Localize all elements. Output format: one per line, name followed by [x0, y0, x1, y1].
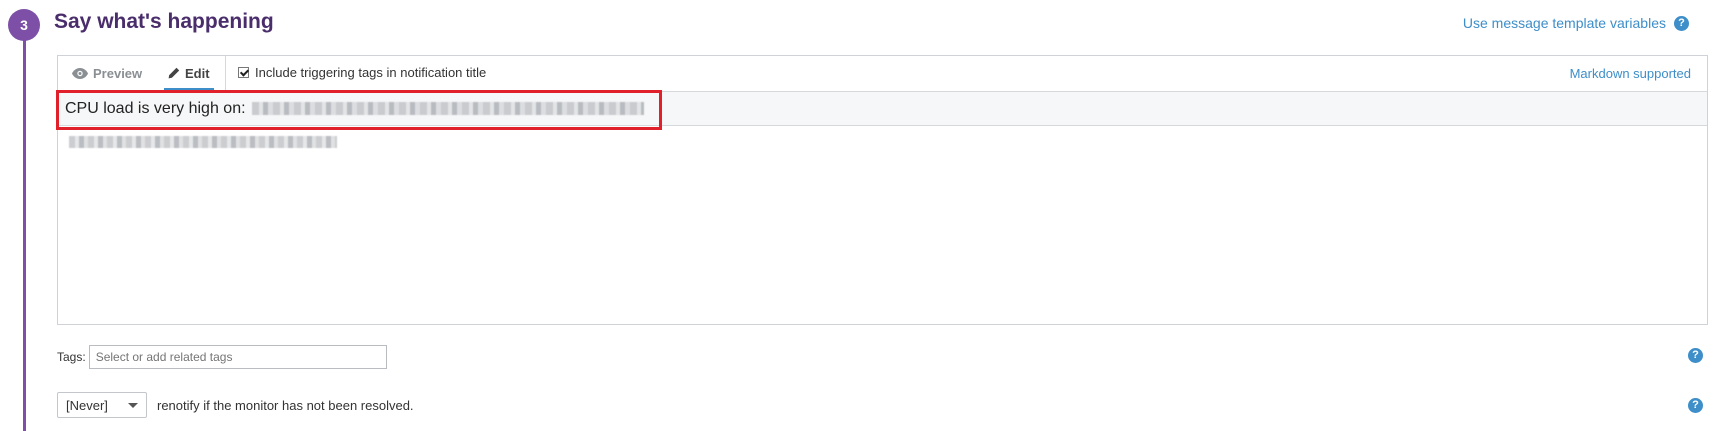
editor-toolbar: Preview Edit Include triggering tags in …	[58, 56, 1707, 92]
section-title: Say what's happening	[54, 10, 274, 33]
toolbar-divider	[225, 56, 226, 91]
step-rail	[23, 22, 26, 431]
notification-title-text: CPU load is very high on:	[65, 99, 246, 117]
tab-edit-label: Edit	[185, 65, 210, 81]
pencil-icon	[168, 67, 180, 79]
renotify-interval-select[interactable]: [Never]	[57, 392, 147, 418]
step-number-badge: 3	[8, 9, 40, 41]
renotify-help-icon[interactable]: ?	[1688, 398, 1703, 413]
renotify-row: [Never] renotify if the monitor has not …	[57, 392, 414, 418]
tags-row: Tags:	[57, 345, 387, 369]
eye-icon	[72, 67, 88, 79]
tab-edit[interactable]: Edit	[164, 56, 214, 91]
include-tags-label: Include triggering tags in notification …	[255, 65, 487, 80]
help-icon[interactable]: ?	[1674, 15, 1689, 31]
monitor-message-section: 3 Say what's happening Use message templ…	[0, 0, 1723, 431]
renotify-selected-value: [Never]	[66, 397, 108, 413]
markdown-supported-link[interactable]: Markdown supported	[1570, 66, 1691, 81]
redacted-hostname	[251, 102, 644, 115]
tags-help-icon[interactable]: ?	[1688, 348, 1703, 363]
tags-input[interactable]	[88, 345, 387, 369]
include-tags-checkbox[interactable]	[238, 67, 249, 78]
notification-title-input[interactable]: CPU load is very high on:	[58, 92, 1707, 126]
include-tags-option[interactable]: Include triggering tags in notification …	[238, 65, 486, 80]
template-variables-label: Use message template variables	[1462, 15, 1666, 31]
redacted-message-body	[69, 136, 337, 148]
tab-preview-label: Preview	[93, 65, 143, 81]
message-editor: Preview Edit Include triggering tags in …	[57, 55, 1708, 325]
message-body-textarea[interactable]	[58, 127, 1707, 325]
tags-label: Tags:	[57, 350, 86, 364]
template-variables-link[interactable]: Use message template variables ?	[1463, 15, 1689, 31]
chevron-down-icon	[128, 402, 138, 408]
renotify-description: renotify if the monitor has not been res…	[157, 397, 414, 413]
tab-preview[interactable]: Preview	[72, 56, 142, 90]
